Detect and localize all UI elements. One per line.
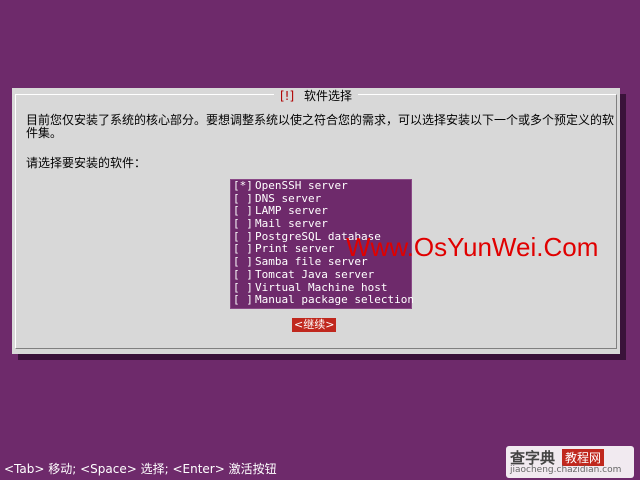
key-help-status-bar: <Tab> 移动; <Space> 选择; <Enter> 激活按钮 [4,462,277,476]
item-label: Mail server [255,217,328,231]
selection-prompt: 请选择要安装的软件： [26,156,147,170]
site-logo: 查字典 教程网 jiaocheng.chazidian.com [506,446,634,478]
item-label: OpenSSH server [255,179,348,192]
checkbox[interactable]: [ ] [233,268,255,282]
logo-url-text: jiaocheng.chazidian.com [510,465,622,475]
item-label: Tomcat Java server [255,267,375,281]
logo-sub-text: 教程网 [562,449,605,466]
checkbox[interactable]: [*] [233,179,255,193]
checkbox[interactable]: [ ] [233,293,255,307]
dialog-description: 目前您仅安装了系统的核心部分。要想调整系统以使之符合您的需求，可以选择安装以下一… [26,113,615,140]
continue-button[interactable]: <继续> [292,318,337,332]
software-item-manual[interactable]: [ ] Manual package selection [231,293,414,307]
checkbox[interactable]: [ ] [233,255,255,269]
item-label: Print server [255,242,335,256]
watermark: Www.OsYunWei.Com [346,232,599,262]
item-label: DNS server [255,191,322,205]
item-label: Virtual Machine host [255,280,388,294]
item-label: LAMP server [255,204,328,218]
software-selection-dialog: [!] 软件选择 目前您仅安装了系统的核心部分。要想调整系统以使之符合您的需求，… [12,88,620,354]
item-label: Manual package selection [255,293,414,307]
checkbox[interactable]: [ ] [233,217,255,231]
